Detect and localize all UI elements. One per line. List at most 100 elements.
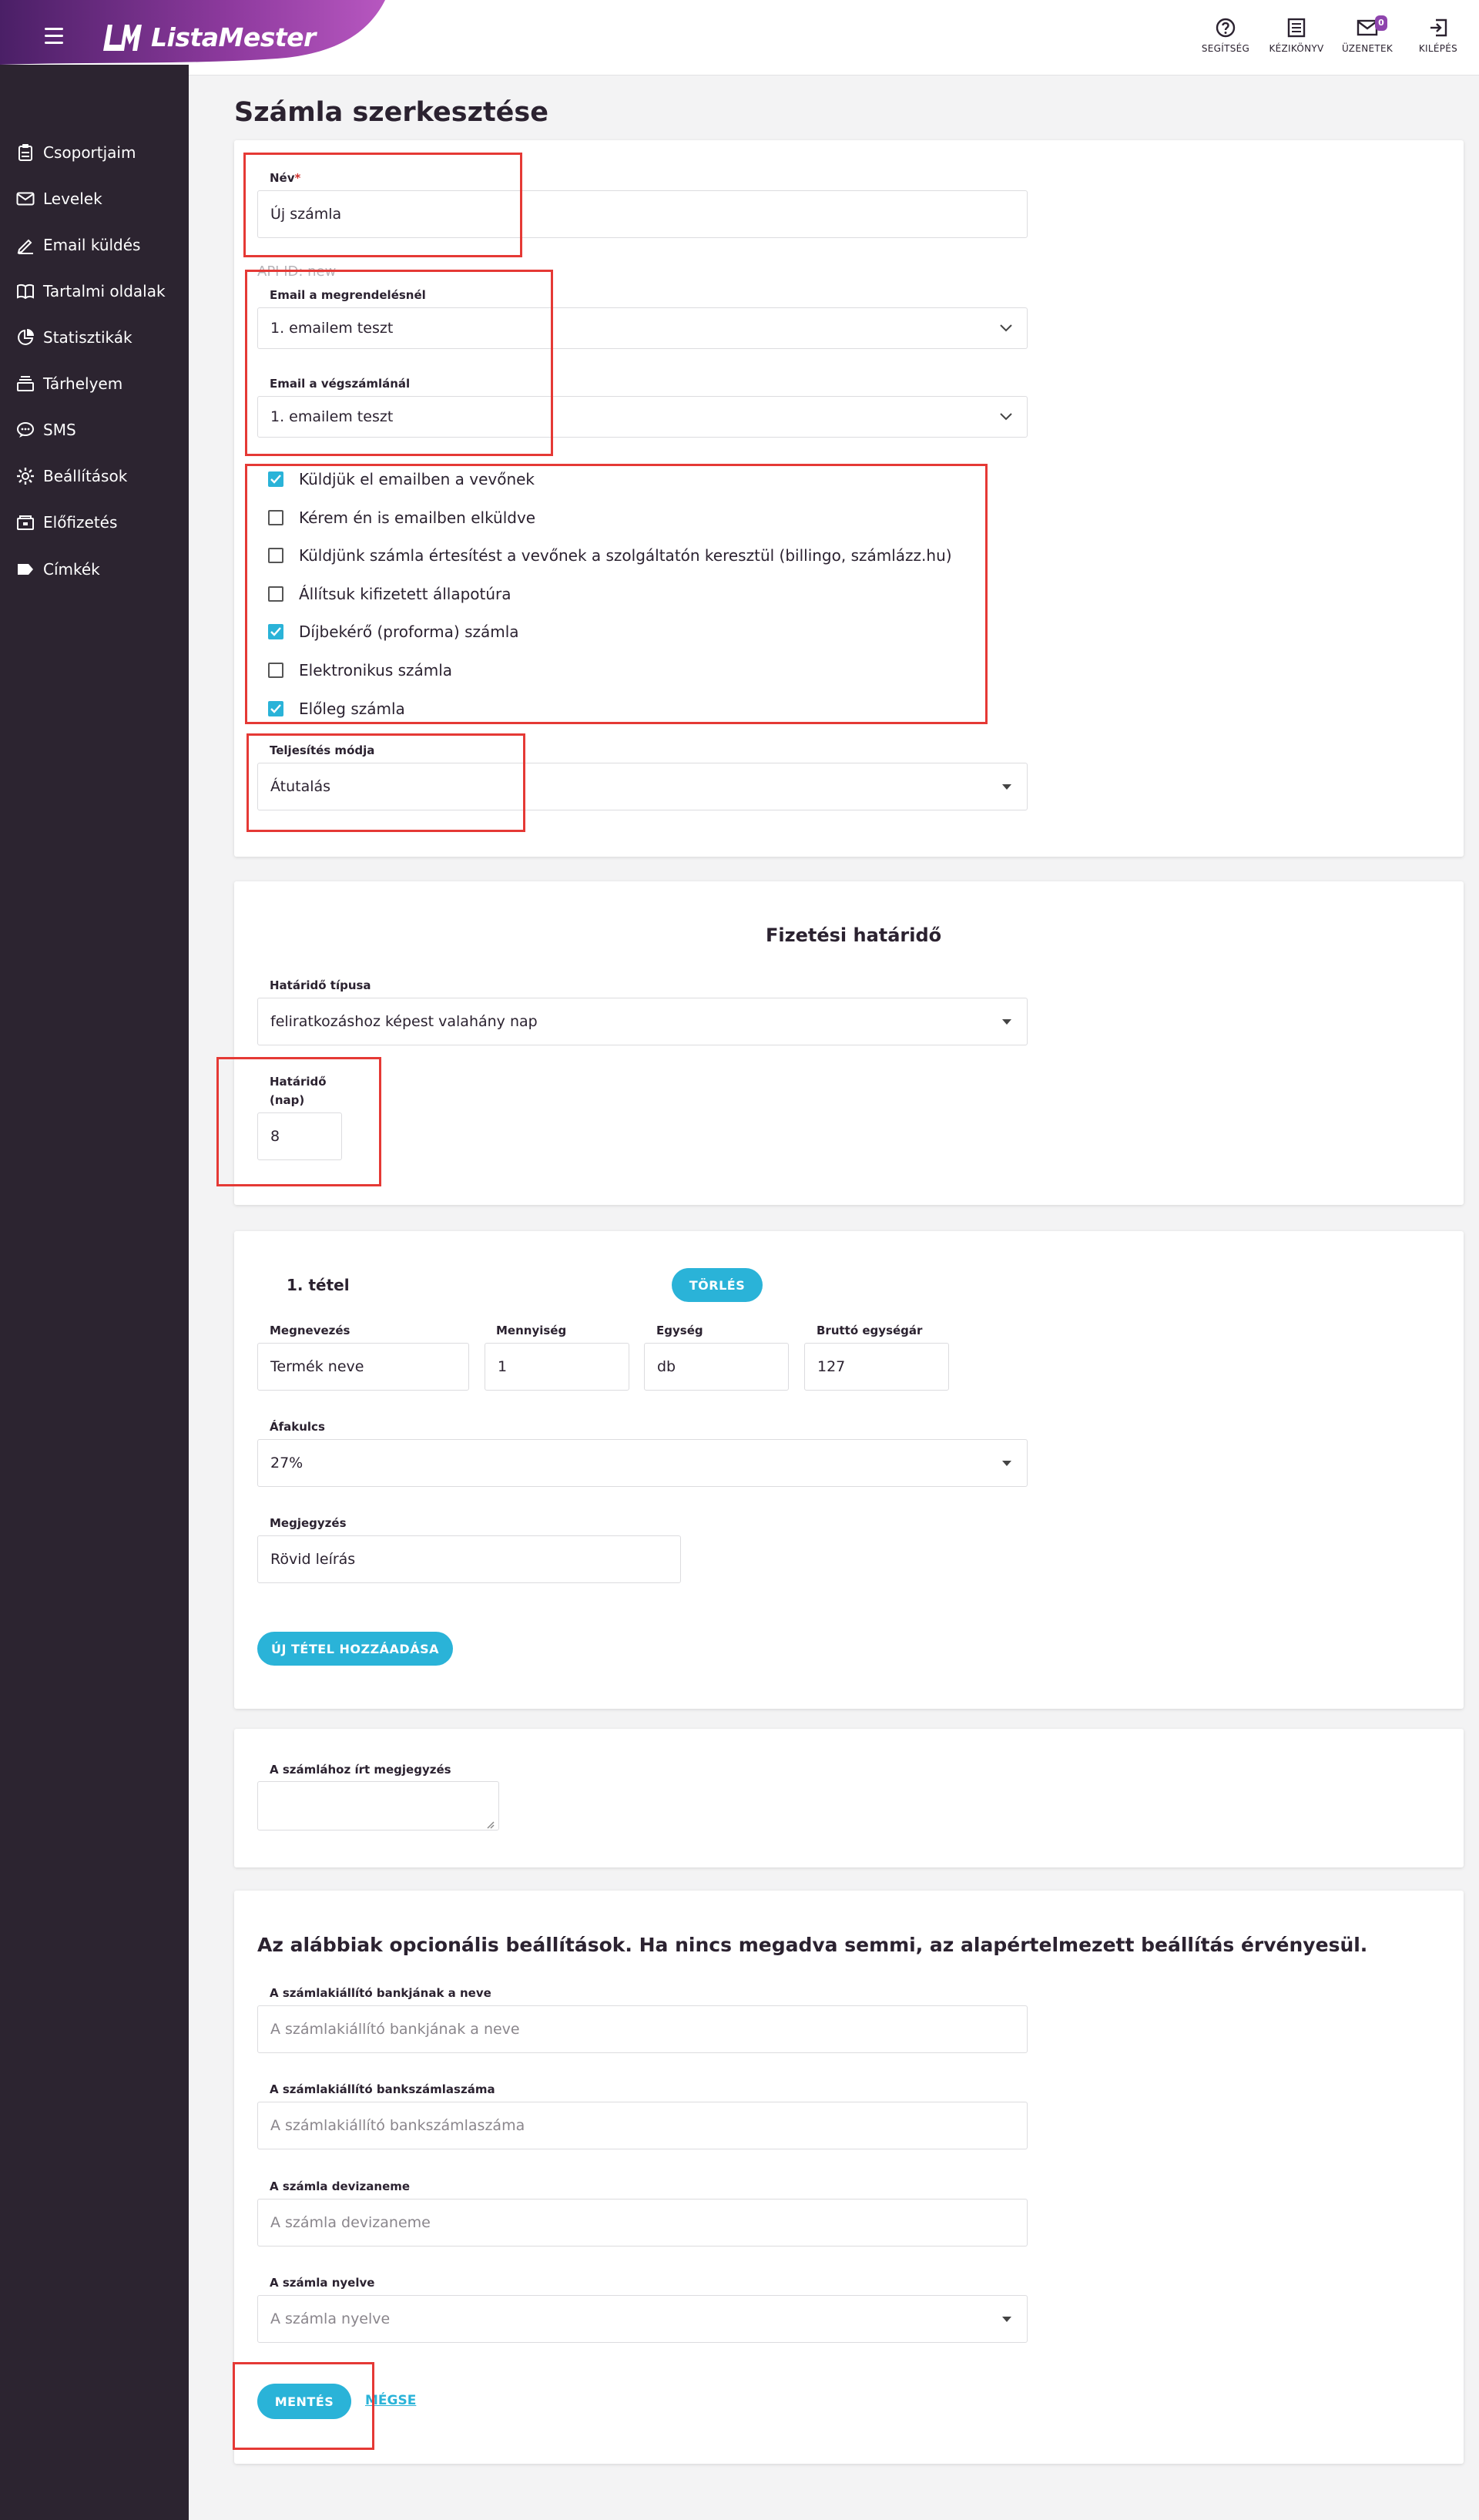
item-qty-label: Mennyiség [496, 1324, 567, 1337]
fulfillment-select[interactable]: Átutalás [257, 763, 1028, 810]
sidebar-item-label: Címkék [43, 560, 100, 579]
messages-badge: 0 [1375, 15, 1387, 31]
checkbox-label: Küldjünk számla értesítést a vevőnek a s… [299, 546, 952, 565]
checkbox-unchecked[interactable] [268, 509, 283, 525]
checkbox-unchecked[interactable] [268, 548, 283, 564]
option-checkbox-row[interactable]: Díjbekérő (proforma) számla [268, 620, 519, 643]
optional-settings-title: Az alábbiak opcionális beállítások. Ha n… [257, 1934, 1368, 1956]
name-label: Név* [270, 171, 301, 185]
sidebar-item-email-send[interactable]: Email küldés [0, 226, 189, 264]
checkbox-checked[interactable] [268, 700, 283, 716]
brand-name: ListaMester [151, 22, 316, 52]
checkbox-checked[interactable] [268, 471, 283, 487]
sidebar-item-sms[interactable]: SMS [0, 411, 189, 449]
chevron-down-icon [1000, 324, 1012, 332]
check-icon [270, 627, 281, 637]
checkbox-label: Előleg számla [299, 699, 405, 718]
sidebar-item-statistics[interactable]: Statisztikák [0, 318, 189, 357]
invoice-note-label: A számlához írt megjegyzés [270, 1763, 451, 1777]
item-price-label: Bruttó egységár [817, 1324, 923, 1337]
deadline-days-input[interactable]: 8 [257, 1112, 342, 1160]
help-circle-icon [1215, 17, 1236, 39]
sidebar-item-label: Email küldés [43, 236, 141, 254]
brand-mark-icon [103, 25, 142, 51]
email-order-select[interactable]: 1. emailem teszt [257, 307, 1028, 349]
brand-logo[interactable]: ListaMester [100, 20, 316, 54]
logout-icon [1427, 17, 1449, 39]
option-checkbox-row[interactable]: Elektronikus számla [268, 659, 452, 682]
sidebar: Csoportjaim Levelek Email küldés Tartalm… [0, 65, 189, 2520]
payment-deadline-title: Fizetési határidő [766, 924, 942, 946]
top-bar: ListaMester SEGÍTSÉG KÉZIKÖNYV 0 ÜZENETE… [0, 0, 1479, 75]
email-order-value: 1. emailem teszt [270, 320, 394, 337]
item-price-input[interactable]: 127 [804, 1343, 949, 1391]
email-final-label: Email a végszámlánál [270, 377, 411, 391]
item-note-input[interactable]: Rövid leírás [257, 1535, 681, 1583]
email-final-select[interactable]: 1. emailem teszt [257, 396, 1028, 438]
caret-down-icon [1002, 784, 1011, 790]
book-icon [15, 281, 35, 301]
invoice-note-textarea[interactable] [257, 1781, 499, 1830]
sidebar-item-content-pages[interactable]: Tartalmi oldalak [0, 272, 189, 310]
sidebar-item-tags[interactable]: Címkék [0, 550, 189, 589]
logout-button[interactable]: KILÉPÉS [1410, 17, 1467, 54]
help-button[interactable]: SEGÍTSÉG [1197, 17, 1254, 54]
currency-input[interactable]: A számla devizaneme [257, 2199, 1028, 2247]
manual-button[interactable]: KÉZIKÖNYV [1268, 17, 1325, 54]
option-checkbox-row[interactable]: Küldjük el emailben a vevőnek [268, 468, 535, 491]
menu-toggle-button[interactable] [45, 28, 68, 46]
deadline-type-label: Határidő típusa [270, 978, 371, 992]
option-checkbox-row[interactable]: Állítsuk kifizetett állapotúra [268, 582, 511, 606]
sms-icon [15, 420, 35, 440]
deadline-type-select[interactable]: feliratkozáshoz képest valahány nap [257, 998, 1028, 1045]
sidebar-item-groups[interactable]: Csoportjaim [0, 133, 189, 172]
check-icon [270, 703, 281, 713]
cancel-link[interactable]: MÉGSE [365, 2393, 416, 2408]
vat-select[interactable]: 27% [257, 1439, 1028, 1487]
item-qty-input[interactable]: 1 [485, 1343, 629, 1391]
page-title: Számla szerkesztése [234, 97, 548, 128]
invoice-item-card: 1. tétel TÖRLÉS Megnevezés Termék neve M… [234, 1231, 1464, 1709]
add-item-button[interactable]: ÚJ TÉTEL HOZZÁADÁSA [257, 1632, 453, 1666]
resize-handle-icon[interactable] [487, 1821, 495, 1829]
vat-label: Áfakulcs [270, 1420, 325, 1434]
required-marker: * [294, 171, 301, 185]
bank-account-input[interactable]: A számlakiállító bankszámlaszáma [257, 2102, 1028, 2149]
language-select[interactable]: A számla nyelve [257, 2295, 1028, 2343]
messages-button[interactable]: 0 ÜZENETEK [1339, 15, 1396, 54]
checkbox-label: Küldjük el emailben a vevőnek [299, 470, 535, 488]
option-checkbox-row[interactable]: Előleg számla [268, 697, 405, 720]
item-note-label: Megjegyzés [270, 1516, 347, 1530]
checkbox-unchecked[interactable] [268, 586, 283, 602]
checkbox-unchecked[interactable] [268, 663, 283, 678]
api-id-text: API ID: new [257, 263, 337, 280]
sidebar-item-subscription[interactable]: Előfizetés [0, 503, 189, 542]
envelope-icon [15, 189, 35, 209]
tag-icon [15, 559, 35, 579]
item-unit-input[interactable]: db [644, 1343, 789, 1391]
checkbox-label: Állítsuk kifizetett állapotúra [299, 584, 511, 603]
pen-icon [15, 235, 35, 255]
name-input[interactable]: Új számla [257, 190, 1028, 238]
sidebar-item-settings[interactable]: Beállítások [0, 457, 189, 495]
sidebar-item-storage[interactable]: Tárhelyem [0, 364, 189, 403]
storage-icon [15, 374, 35, 394]
manual-label: KÉZIKÖNYV [1269, 43, 1324, 54]
bank-name-label: A számlakiállító bankjának a neve [270, 1986, 491, 2000]
email-final-value: 1. emailem teszt [270, 408, 394, 425]
bank-name-input[interactable]: A számlakiállító bankjának a neve [257, 2005, 1028, 2053]
invoice-note-card: A számlához írt megjegyzés [234, 1729, 1464, 1867]
save-button[interactable]: MENTÉS [257, 2384, 351, 2419]
item-name-input[interactable]: Termék neve [257, 1343, 469, 1391]
chevron-down-icon [1000, 413, 1012, 421]
option-checkbox-row[interactable]: Küldjünk számla értesítést a vevőnek a s… [268, 544, 952, 567]
delete-item-button[interactable]: TÖRLÉS [672, 1268, 763, 1302]
item-unit-label: Egység [656, 1324, 703, 1337]
sidebar-item-letters[interactable]: Levelek [0, 180, 189, 218]
option-checkbox-row[interactable]: Kérem én is emailben elküldve [268, 506, 535, 529]
checkbox-checked[interactable] [268, 624, 283, 640]
invoice-form-card: Név* Új számla API ID: new Email a megre… [234, 140, 1464, 857]
optional-settings-card: Az alábbiak opcionális beállítások. Ha n… [234, 1891, 1464, 2464]
caret-down-icon [1002, 1461, 1011, 1466]
item-name-label: Megnevezés [270, 1324, 350, 1337]
